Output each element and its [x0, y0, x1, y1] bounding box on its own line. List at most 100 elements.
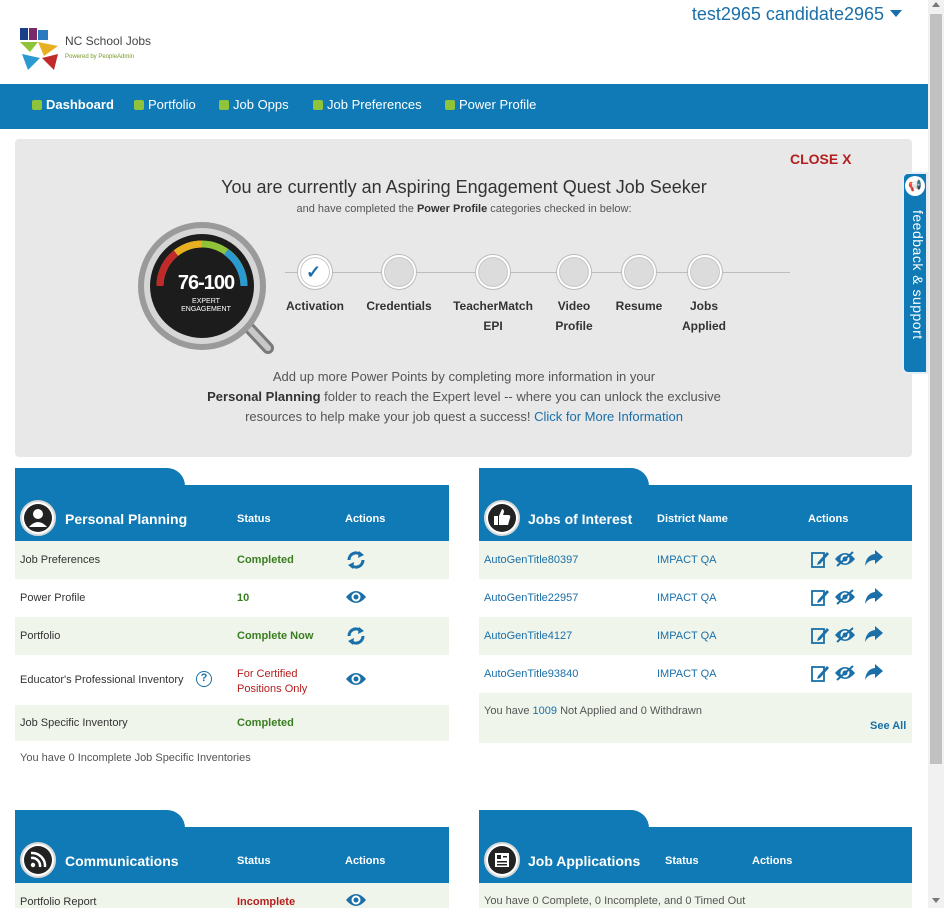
column-header-district: District Name: [657, 513, 728, 525]
step-label: Resume: [609, 296, 669, 316]
card-tab: [15, 468, 185, 486]
document-icon: [484, 842, 520, 878]
info-text: resources to help make your job quest a …: [245, 409, 535, 424]
card-title: Communications: [65, 853, 179, 869]
card-title: Personal Planning: [65, 511, 188, 527]
caret-down-icon: [890, 10, 902, 17]
incomplete-inventories-note: You have 0 Incomplete Job Specific Inven…: [20, 752, 251, 764]
eye-icon[interactable]: [345, 671, 367, 692]
step-label: Jobs Applied: [674, 296, 734, 336]
nav-job-preferences[interactable]: Job Preferences: [313, 97, 422, 112]
info-bold: Personal Planning: [207, 389, 321, 404]
district-name[interactable]: IMPACT QA: [657, 668, 717, 680]
step-label: Video Profile: [544, 296, 604, 336]
step-label-text: Applied: [682, 319, 726, 333]
job-title-link[interactable]: AutoGenTitle93840: [484, 668, 578, 680]
step-jobs-circle: [688, 255, 722, 289]
status-value: Incomplete: [237, 896, 296, 908]
row-name: Portfolio: [20, 630, 61, 642]
step-label: Credentials: [359, 296, 439, 316]
district-name[interactable]: IMPACT QA: [657, 592, 717, 604]
scroll-up-arrow-icon[interactable]: [932, 2, 940, 7]
person-icon: [20, 500, 56, 536]
column-header-status: Status: [665, 855, 699, 867]
not-applied-count: 1009: [532, 705, 558, 717]
more-info-link[interactable]: Click for More Information: [534, 409, 683, 424]
share-arrow-glyph-icon: [865, 664, 883, 680]
step-teachermatch-circle: [476, 255, 510, 289]
step-credentials-circle: [382, 255, 416, 289]
step-label-text: EPI: [483, 319, 503, 333]
nav-bullet-icon: [219, 100, 229, 110]
document-glyph-icon: [488, 846, 516, 874]
scrollbar-thumb[interactable]: [930, 14, 942, 764]
engagement-info: Add up more Power Points by completing m…: [0, 367, 928, 427]
eye-glyph-icon: [346, 894, 366, 906]
edit-glyph-icon: [811, 590, 829, 606]
brand-powered-by: Powered by PeopleAdmin: [65, 54, 135, 60]
step-label-text: Jobs: [689, 299, 718, 313]
user-menu[interactable]: test2965 candidate2965: [692, 4, 902, 25]
district-name[interactable]: IMPACT QA: [657, 630, 717, 642]
person-glyph-icon: [24, 504, 52, 532]
edit-icon[interactable]: [810, 587, 830, 612]
share-arrow-icon[interactable]: [864, 625, 884, 648]
status-value[interactable]: Complete Now: [237, 630, 313, 642]
eye-icon[interactable]: [834, 589, 856, 610]
status-value: 10: [237, 592, 250, 604]
close-button[interactable]: CLOSE X: [790, 151, 851, 167]
logo-mark-icon: [20, 28, 58, 70]
job-title-link[interactable]: AutoGenTitle80397: [484, 554, 578, 566]
refresh-icon[interactable]: [345, 549, 367, 576]
eye-glyph-icon: [835, 665, 855, 681]
gauge-line: EXPERT: [192, 298, 220, 305]
eye-icon[interactable]: [345, 589, 367, 610]
refresh-icon[interactable]: [345, 625, 367, 652]
thumbs-up-glyph-icon: [488, 504, 516, 532]
nc-school-jobs-logo[interactable]: [18, 26, 148, 72]
scroll-down-arrow-icon[interactable]: [932, 898, 940, 903]
share-arrow-icon[interactable]: [864, 587, 884, 610]
share-arrow-icon[interactable]: [864, 663, 884, 686]
card-tab: [15, 810, 185, 828]
nav-power-profile[interactable]: Power Profile: [445, 97, 536, 112]
table-row: [15, 617, 449, 655]
column-header-actions: Actions: [808, 513, 849, 525]
step-label-text: Activation: [285, 299, 344, 313]
card-tab: [479, 468, 649, 486]
job-title-link[interactable]: AutoGenTitle22957: [484, 592, 578, 604]
engagement-title: You are currently an Aspiring Engagement…: [221, 177, 707, 197]
column-header-actions: Actions: [345, 513, 386, 525]
eye-icon[interactable]: [834, 551, 856, 572]
eye-icon[interactable]: [834, 665, 856, 686]
edit-icon[interactable]: [810, 625, 830, 650]
rss-glyph-icon: [24, 846, 52, 874]
eye-icon[interactable]: [834, 627, 856, 648]
gauge-range: 76-100: [177, 272, 235, 294]
status-line: Positions Only: [237, 683, 308, 695]
nav-dashboard[interactable]: Dashboard: [32, 97, 114, 112]
edit-glyph-icon: [811, 552, 829, 568]
megaphone-icon: 📢: [905, 176, 925, 196]
applications-summary-note: You have 0 Complete, 0 Incomplete, and 0…: [484, 895, 746, 907]
see-all-link[interactable]: See All: [870, 720, 906, 732]
help-icon[interactable]: ?: [196, 671, 212, 687]
status-value: Completed: [237, 717, 294, 729]
refresh-glyph-icon: [347, 627, 365, 645]
gauge-caption: EXPERT ENGAGEMENT: [166, 298, 246, 314]
share-arrow-icon[interactable]: [864, 549, 884, 572]
thumbs-up-icon: [484, 500, 520, 536]
job-title-link[interactable]: AutoGenTitle4127: [484, 630, 572, 642]
eye-glyph-icon: [346, 673, 366, 685]
edit-icon[interactable]: [810, 663, 830, 688]
district-name[interactable]: IMPACT QA: [657, 554, 717, 566]
nav-portfolio[interactable]: Portfolio: [134, 97, 196, 112]
checkmark-icon: ✓: [306, 262, 322, 282]
nav-job-opps[interactable]: Job Opps: [219, 97, 289, 112]
column-header-status: Status: [237, 855, 271, 867]
eye-glyph-icon: [835, 551, 855, 567]
eye-icon[interactable]: [345, 892, 367, 913]
card-title: Jobs of Interest: [528, 511, 633, 527]
edit-icon[interactable]: [810, 549, 830, 574]
step-label-text: Profile: [555, 319, 593, 333]
